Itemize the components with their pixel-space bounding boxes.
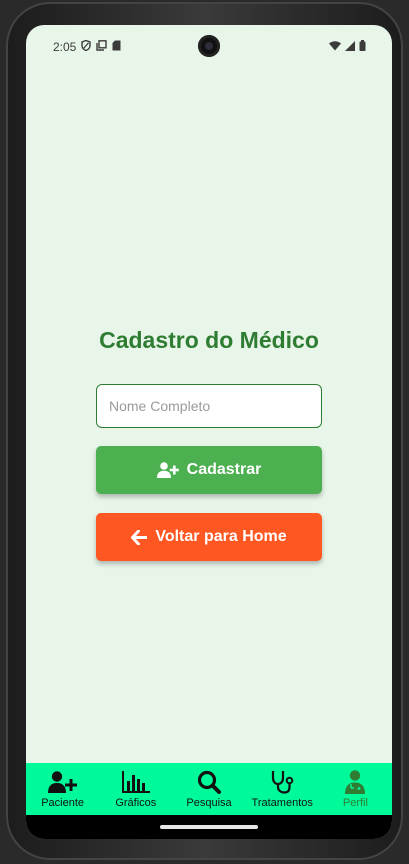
signal-icon xyxy=(345,40,355,54)
nav-item-graficos[interactable]: Gráficos xyxy=(99,763,172,815)
nav-item-tratamentos[interactable]: Tratamentos xyxy=(246,763,319,815)
back-home-button-label: Voltar para Home xyxy=(155,528,287,545)
wifi-icon xyxy=(329,40,341,54)
battery-icon xyxy=(359,40,366,54)
nav-label-pesquisa: Pesquisa xyxy=(186,797,232,809)
bottom-navigation: Paciente Gráficos Pesquisa Tratamentos P… xyxy=(26,763,392,815)
nav-label-perfil: Perfil xyxy=(342,797,368,809)
nav-item-paciente[interactable]: Paciente xyxy=(26,763,99,815)
nav-label-tratamentos: Tratamentos xyxy=(251,797,313,809)
status-time: 2:05 xyxy=(53,40,77,54)
register-button-label: Cadastrar xyxy=(186,461,262,478)
stethoscope-icon xyxy=(270,769,294,795)
page-title: Cadastro do Médico xyxy=(99,327,319,353)
bar-chart-icon xyxy=(121,769,150,795)
doctor-icon xyxy=(345,769,366,795)
search-icon xyxy=(197,769,221,795)
register-button[interactable]: Cadastrar xyxy=(96,446,322,494)
app-screen: 2:05 Cadastro do Médico Nome Completo Ca… xyxy=(26,25,392,839)
nav-item-pesquisa[interactable]: Pesquisa xyxy=(172,763,245,815)
back-home-button[interactable]: Voltar para Home xyxy=(96,513,322,561)
status-right xyxy=(329,40,366,54)
nav-label-graficos: Gráficos xyxy=(115,797,157,809)
nav-item-perfil[interactable]: Perfil xyxy=(319,763,392,815)
phone-frame: 2:05 Cadastro do Médico Nome Completo Ca… xyxy=(6,2,403,860)
shield-icon xyxy=(81,39,92,54)
status-left: 2:05 xyxy=(53,39,121,54)
sim-card-icon xyxy=(112,40,121,54)
copy-icon xyxy=(96,40,108,54)
home-gesture-bar[interactable] xyxy=(160,825,258,829)
user-plus-icon xyxy=(156,462,179,478)
arrow-left-icon xyxy=(131,529,148,545)
system-navigation-area xyxy=(26,815,392,839)
user-plus-icon xyxy=(47,769,78,795)
front-camera xyxy=(198,35,220,57)
nav-label-paciente: Paciente xyxy=(41,797,84,809)
full-name-input[interactable] xyxy=(96,384,322,428)
